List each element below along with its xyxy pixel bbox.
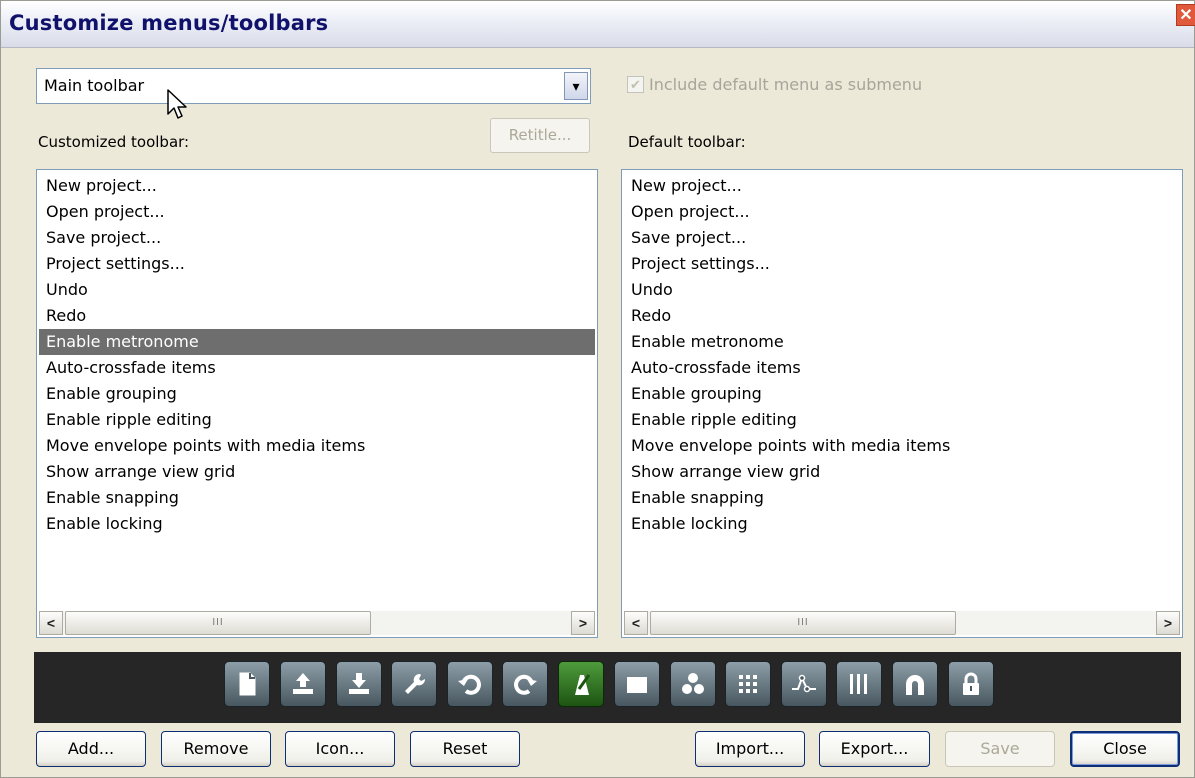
crossfade-icon[interactable] (614, 661, 660, 707)
list-item[interactable]: Enable ripple editing (624, 407, 1180, 433)
list-item[interactable]: Open project... (39, 199, 595, 225)
chevron-down-icon[interactable]: ▾ (564, 72, 588, 100)
list-item[interactable]: Enable grouping (39, 381, 595, 407)
locking-icon[interactable] (948, 661, 994, 707)
list-item[interactable]: Enable locking (624, 511, 1180, 537)
toolbar-select[interactable]: Main toolbar ▾ (36, 68, 591, 104)
new-project-icon[interactable] (224, 661, 270, 707)
list-item[interactable]: Move envelope points with media items (39, 433, 595, 459)
default-toolbar-list[interactable]: New project... Open project... Save projec… (621, 169, 1183, 638)
snapping-icon[interactable] (892, 661, 938, 707)
list-item[interactable]: Project settings... (624, 251, 1180, 277)
list-item[interactable]: Enable grouping (624, 381, 1180, 407)
open-project-icon[interactable] (280, 661, 326, 707)
ripple-icon[interactable] (836, 661, 882, 707)
list-item[interactable]: Enable snapping (39, 485, 595, 511)
grouping-icon[interactable] (670, 661, 716, 707)
list-item[interactable]: Enable snapping (624, 485, 1180, 511)
list-item[interactable]: Auto-crossfade items (624, 355, 1180, 381)
save-project-icon[interactable] (336, 661, 382, 707)
scroll-thumb[interactable]: III (65, 611, 371, 635)
list-item[interactable]: Show arrange view grid (624, 459, 1180, 485)
list-item[interactable]: Auto-crossfade items (39, 355, 595, 381)
scroll-left-icon[interactable]: < (39, 611, 63, 635)
metronome-icon[interactable] (558, 661, 604, 707)
customized-toolbar-label: Customized toolbar: (38, 133, 190, 151)
scroll-left-icon[interactable]: < (624, 611, 648, 635)
redo-icon[interactable] (502, 661, 548, 707)
list-item[interactable]: Show arrange view grid (39, 459, 595, 485)
list-item[interactable]: Redo (39, 303, 595, 329)
include-default-label: Include default menu as submenu (649, 75, 923, 94)
envelope-icon[interactable] (781, 661, 827, 707)
default-hscrollbar[interactable]: < III > (624, 611, 1180, 635)
list-item[interactable]: New project... (624, 173, 1180, 199)
export-button[interactable]: Export... (819, 731, 930, 767)
list-item[interactable]: Enable metronome (624, 329, 1180, 355)
scroll-right-icon[interactable]: > (1156, 611, 1180, 635)
list-item[interactable]: Undo (624, 277, 1180, 303)
list-item[interactable]: Open project... (624, 199, 1180, 225)
toolbar-select-value: Main toolbar (44, 76, 145, 95)
close-window-icon[interactable]: ✕ (1176, 4, 1195, 26)
scroll-right-icon[interactable]: > (571, 611, 595, 635)
window-title: Customize menus/toolbars (9, 11, 329, 35)
customized-items: New project... Open project... Save projec… (39, 173, 595, 537)
save-button[interactable]: Save (945, 731, 1055, 767)
customized-toolbar-list[interactable]: New project... Open project... Save projec… (36, 169, 598, 638)
default-items: New project... Open project... Save projec… (624, 173, 1180, 537)
customized-hscrollbar[interactable]: < III > (39, 611, 595, 635)
retitle-button[interactable]: Retitle... (490, 118, 590, 153)
list-item[interactable]: Move envelope points with media items (624, 433, 1180, 459)
customize-dialog: Customize menus/toolbars ✕ Main toolbar … (0, 0, 1195, 778)
list-item[interactable]: Enable locking (39, 511, 595, 537)
remove-button[interactable]: Remove (161, 731, 271, 767)
mouse-pointer-icon (167, 89, 187, 119)
import-button[interactable]: Import... (695, 731, 805, 767)
scroll-thumb[interactable]: III (650, 611, 956, 635)
list-item[interactable]: New project... (39, 173, 595, 199)
undo-icon[interactable] (447, 661, 493, 707)
icon-button[interactable]: Icon... (285, 731, 395, 767)
close-button[interactable]: Close (1070, 731, 1180, 767)
list-item[interactable]: Enable ripple editing (39, 407, 595, 433)
checkbox-check-icon[interactable]: ✔ (627, 76, 644, 93)
list-item[interactable]: Save project... (624, 225, 1180, 251)
add-button[interactable]: Add... (36, 731, 146, 767)
list-item[interactable]: Enable metronome (39, 329, 595, 355)
title-bar[interactable]: Customize menus/toolbars ✕ (1, 1, 1195, 48)
list-item[interactable]: Save project... (39, 225, 595, 251)
list-item[interactable]: Undo (39, 277, 595, 303)
project-settings-icon[interactable] (391, 661, 437, 707)
toolbar-preview (34, 652, 1181, 723)
reset-button[interactable]: Reset (410, 731, 520, 767)
grid-icon[interactable] (725, 661, 771, 707)
default-toolbar-label: Default toolbar: (628, 133, 746, 151)
list-item[interactable]: Redo (624, 303, 1180, 329)
list-item[interactable]: Project settings... (39, 251, 595, 277)
